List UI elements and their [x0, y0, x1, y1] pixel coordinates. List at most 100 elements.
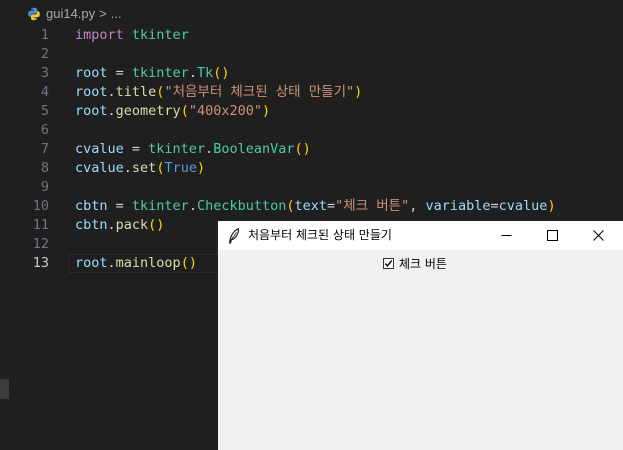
- close-icon: [592, 226, 604, 245]
- code-token: tkinter: [131, 65, 189, 81]
- line-number: 3: [40, 65, 49, 81]
- code-token: =: [327, 198, 336, 214]
- checkbutton[interactable]: 체크 버튼: [383, 254, 447, 272]
- line-number: 12: [32, 236, 49, 252]
- feather-icon: [228, 228, 240, 244]
- code-line[interactable]: 2: [0, 45, 623, 64]
- checkmark-icon: [384, 259, 393, 267]
- code-token: .: [123, 160, 132, 176]
- code-token: .: [188, 198, 197, 214]
- minimize-button[interactable]: [483, 221, 529, 250]
- breadcrumb-file[interactable]: gui14.py: [46, 6, 95, 21]
- code-line[interactable]: 6: [0, 121, 623, 140]
- code-token: root: [75, 84, 108, 100]
- line-number: 2: [40, 46, 49, 62]
- code-token: .: [107, 84, 116, 100]
- code-text[interactable]: root.mainloop(): [75, 254, 197, 273]
- breadcrumb-separator: >: [99, 6, 107, 21]
- code-token: cvalue: [498, 198, 548, 214]
- line-number: 6: [40, 122, 49, 138]
- code-token: ): [354, 84, 363, 100]
- code-token: Tk: [196, 65, 214, 81]
- line-number: 8: [40, 160, 49, 176]
- code-token: variable: [425, 198, 491, 214]
- code-token: title: [115, 84, 157, 100]
- code-token: .: [205, 141, 214, 157]
- code-token: True: [164, 160, 197, 176]
- code-line[interactable]: 5 root.geometry("400x200"): [0, 102, 623, 121]
- code-line[interactable]: 7 cvalue = tkinter.BooleanVar(): [0, 140, 623, 159]
- python-icon: [27, 7, 41, 21]
- code-text[interactable]: cvalue = tkinter.BooleanVar(): [75, 140, 311, 159]
- code-token: tkinter: [148, 141, 206, 157]
- checkbutton-label: 체크 버튼: [399, 256, 447, 271]
- code-line[interactable]: 9: [0, 178, 623, 197]
- code-token: ): [261, 103, 271, 119]
- code-token: (): [213, 65, 230, 81]
- line-number: 9: [40, 179, 49, 195]
- code-token: mainloop: [115, 255, 181, 271]
- code-token: ): [196, 160, 206, 176]
- close-button[interactable]: [575, 221, 621, 250]
- window-title: 처음부터 체크된 상태 만들기: [248, 228, 392, 242]
- code-token: =: [490, 198, 499, 214]
- code-token: root: [75, 65, 108, 81]
- code-token: .: [107, 255, 116, 271]
- code-token: BooleanVar: [213, 141, 295, 157]
- code-token: .: [107, 217, 116, 233]
- maximize-icon: [546, 226, 558, 245]
- maximize-button[interactable]: [529, 221, 575, 250]
- line-number: 11: [32, 217, 49, 233]
- code-text[interactable]: root = tkinter.Tk(): [75, 64, 229, 83]
- code-token: root: [75, 103, 108, 119]
- code-text[interactable]: cbtn.pack(): [75, 216, 164, 235]
- breadcrumb: gui14.py > ...: [0, 0, 623, 27]
- code-line[interactable]: 8 cvalue.set(True): [0, 159, 623, 178]
- code-token: tkinter: [131, 27, 189, 43]
- code-line[interactable]: 10 cbtn = tkinter.Checkbutton(text="체크 버튼…: [0, 197, 623, 216]
- code-token: ): [547, 198, 556, 214]
- code-token: text: [294, 198, 328, 214]
- code-token: pack: [115, 217, 149, 233]
- code-token: set: [131, 160, 157, 176]
- code-token: =: [107, 198, 132, 214]
- code-token: Checkbutton: [196, 198, 287, 214]
- code-token: "체크 버튼": [335, 198, 410, 214]
- code-line[interactable]: 4 root.title("처음부터 체크된 상태 만들기"): [0, 83, 623, 102]
- code-token: cbtn: [75, 217, 108, 233]
- code-text[interactable]: cvalue.set(True): [75, 159, 205, 178]
- line-number: 1: [40, 27, 49, 43]
- breadcrumb-symbol[interactable]: ...: [111, 6, 122, 21]
- code-token: (: [286, 198, 295, 214]
- code-token: root: [75, 255, 108, 271]
- code-line[interactable]: 1 import tkinter: [0, 26, 623, 45]
- window-client-area: 체크 버튼: [218, 250, 623, 450]
- tk-window[interactable]: 처음부터 체크된 상태 만들기 체크 버튼: [218, 221, 623, 450]
- code-token: "처음부터 체크된 상태 만들기": [164, 84, 355, 100]
- code-token: (): [180, 255, 197, 271]
- scroll-marker: [0, 379, 9, 399]
- line-number: 10: [32, 198, 49, 214]
- code-text[interactable]: root.geometry("400x200"): [75, 102, 270, 121]
- window-titlebar[interactable]: 처음부터 체크된 상태 만들기: [218, 221, 623, 250]
- code-line[interactable]: 3 root = tkinter.Tk(): [0, 64, 623, 83]
- code-token: cvalue: [75, 141, 124, 157]
- checkbox[interactable]: [383, 257, 394, 269]
- code-token: ,: [409, 198, 426, 214]
- code-token: (): [294, 141, 311, 157]
- code-token: (: [180, 103, 189, 119]
- code-text[interactable]: root.title("처음부터 체크된 상태 만들기"): [75, 83, 362, 102]
- code-token: =: [123, 141, 149, 157]
- code-token: (): [148, 217, 165, 233]
- line-number: 5: [40, 103, 49, 119]
- code-token: tkinter: [131, 198, 189, 214]
- code-token: cbtn: [75, 198, 108, 214]
- code-text[interactable]: import tkinter: [75, 26, 189, 45]
- code-text[interactable]: cbtn = tkinter.Checkbutton(text="체크 버튼",…: [75, 197, 556, 216]
- code-token: cvalue: [75, 160, 124, 176]
- code-token: "400x200": [188, 103, 262, 119]
- line-number: 4: [40, 84, 49, 100]
- code-token: .: [107, 103, 116, 119]
- minimize-icon: [501, 226, 512, 245]
